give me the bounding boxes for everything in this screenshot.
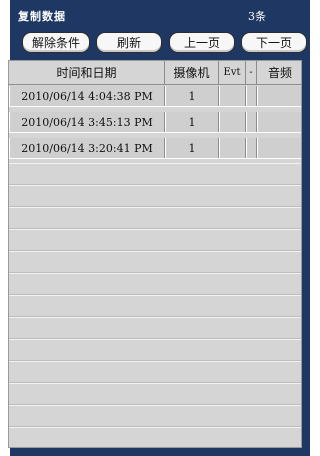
col-event[interactable]: Evt [219,61,246,85]
empty-table-row [9,405,301,427]
empty-table-row [9,207,301,229]
empty-table-row [9,163,301,185]
datetime-cell: 2010/06/14 3:45:13 PM [9,112,165,132]
col-camera[interactable]: 摄像机 [165,61,219,85]
col-dash[interactable]: - [246,61,257,85]
col-datetime[interactable]: 时间和日期 [9,61,165,85]
audio-cell [257,86,301,106]
empty-table-row [9,339,301,361]
audio-cell [257,112,301,132]
empty-table-row [9,295,301,317]
datetime-cell: 2010/06/14 3:20:41 PM [9,138,165,158]
camera-cell: 1 [165,112,219,132]
col-audio[interactable]: 音频 [257,61,301,85]
datetime-cell: 2010/06/14 4:04:38 PM [9,86,165,106]
panel-header: 复制数据 3条 [16,6,306,26]
event-cell [219,138,246,158]
audio-cell [257,138,301,158]
empty-table-row [9,317,301,339]
empty-table-row [9,383,301,405]
event-cell [219,112,246,132]
empty-table-row [9,361,301,383]
empty-table-row [9,229,301,251]
record-count: 3条 [248,10,266,23]
table-row[interactable]: 2010/06/14 4:04:38 PM 1 [9,85,301,107]
dash-cell [246,86,257,106]
camera-cell: 1 [165,86,219,106]
camera-cell: 1 [165,138,219,158]
empty-table-row [9,251,301,273]
clear-conditions-button[interactable]: 解除条件 [22,32,90,53]
empty-table-row [9,273,301,295]
next-page-button[interactable]: 下一页 [241,32,307,53]
empty-table-row [9,185,301,207]
prev-page-button[interactable]: 上一页 [169,32,235,53]
empty-table-row [9,427,301,447]
panel-title: 复制数据 [18,10,66,23]
dash-cell [246,138,257,158]
recording-table: 时间和日期 摄像机 Evt - 音频 2010/06/14 4:04:38 PM… [8,60,302,448]
refresh-button[interactable]: 刷新 [96,32,162,53]
table-row[interactable]: 2010/06/14 3:20:41 PM 1 [9,137,301,159]
dash-cell [246,112,257,132]
table-header: 时间和日期 摄像机 Evt - 音频 [9,61,301,85]
event-cell [219,86,246,106]
table-row[interactable]: 2010/06/14 3:45:13 PM 1 [9,111,301,133]
